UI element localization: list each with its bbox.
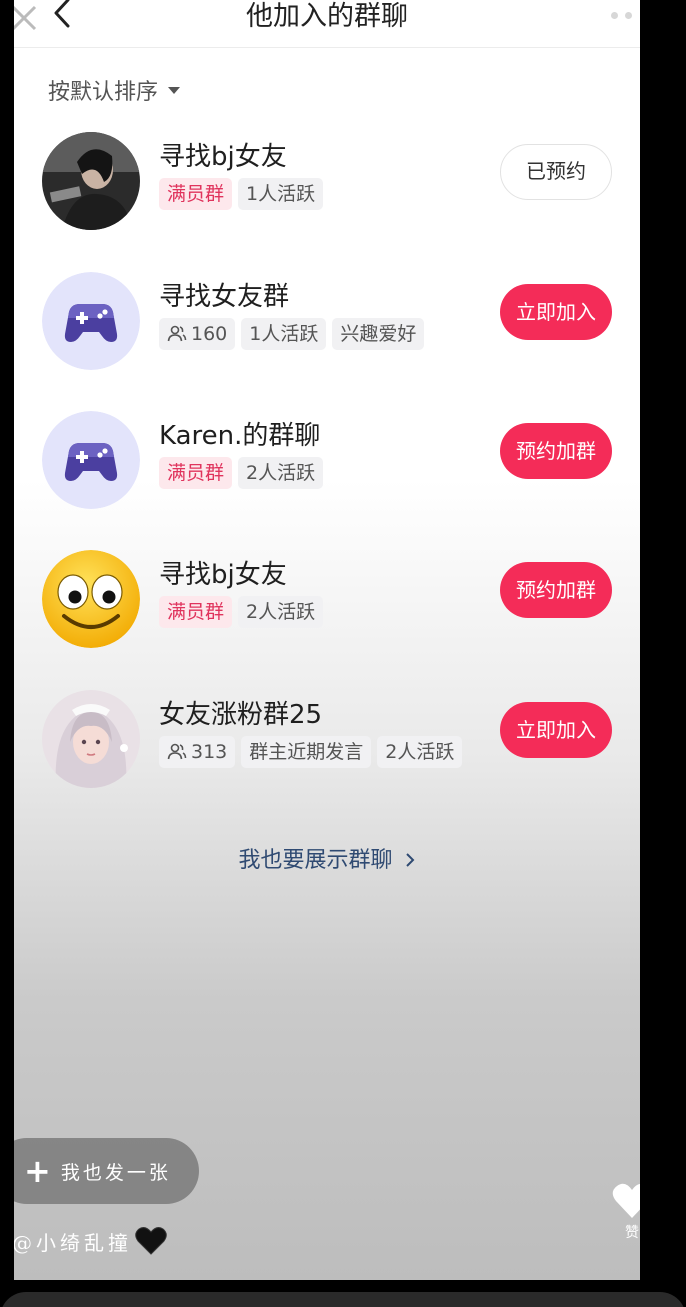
group-row[interactable]: 女友涨粉群25 313 群主近期发言 2人活跃 立即加入 [14,680,640,800]
heart-icon [612,1183,640,1218]
avatar [42,690,140,788]
group-row[interactable]: Karen.的群聊 满员群 2人活跃 预约加群 [14,401,640,521]
show-my-group-link[interactable]: 我也要展示群聊 [14,842,640,874]
member-count: 160 [191,323,228,345]
plus-icon: + [24,1152,51,1190]
member-count: 313 [191,741,228,763]
join-now-button[interactable]: 立即加入 [500,284,612,340]
group-name: 寻找女友群 [159,282,290,312]
sort-label: 按默认排序 [48,80,159,105]
people-icon [167,743,187,760]
tag-members: 313 [159,736,236,768]
tag-list: 满员群 1人活跃 [159,178,324,210]
tag-active: 2人活跃 [377,736,463,768]
tag-active: 1人活跃 [238,178,324,210]
like-button[interactable]: 赞 [610,1182,640,1242]
tag-full-group: 满员群 [159,457,233,489]
author-handle[interactable]: @小绮乱撞 [14,1226,168,1256]
author-name: @小绮乱撞 [14,1230,132,1255]
smiley-emoji-icon [42,550,140,648]
post-one-button[interactable]: + 我也发一张 [14,1138,199,1204]
post-one-label: 我也发一张 [60,1161,171,1184]
tag-list: 313 群主近期发言 2人活跃 [159,736,463,768]
more-icon[interactable] [611,12,640,19]
avatar [42,411,140,509]
chevron-right-icon [405,853,414,867]
tag-active: 2人活跃 [238,457,324,489]
caret-down-icon [168,86,181,94]
tag-list: 满员群 2人活跃 [159,457,324,489]
group-name: 寻找bj女友 [159,142,287,172]
avatar [42,132,140,230]
group-name: 寻找bj女友 [159,560,287,590]
page-title: 他加入的群聊 [246,1,408,32]
show-link-label: 我也要展示群聊 [238,848,393,873]
tag-full-group: 满员群 [159,596,233,628]
tag-full-group: 满员群 [159,178,233,210]
avatar [42,272,140,370]
tag-list: 160 1人活跃 兴趣爱好 [159,318,425,350]
tag-active: 2人活跃 [238,596,324,628]
tag-owner-active: 群主近期发言 [241,736,372,768]
black-heart-icon [135,1227,167,1255]
people-icon [167,325,187,342]
reserved-button[interactable]: 已预约 [500,144,612,200]
group-row[interactable]: 寻找女友群 160 1人活跃 兴趣爱好 立即加入 [14,262,640,382]
screen: 他加入的群聊 按默认排序 寻找bj女友 满员群 1人活跃 已预约 寻找女友群 1… [14,0,640,1280]
gamepad-icon [42,272,140,370]
tag-category: 兴趣爱好 [332,318,425,350]
tag-list: 满员群 2人活跃 [159,596,324,628]
group-row[interactable]: 寻找bj女友 满员群 1人活跃 已预约 [14,122,640,242]
bottom-bar [0,1292,686,1307]
tag-active: 1人活跃 [241,318,327,350]
group-name: 女友涨粉群25 [159,700,323,730]
reserve-join-button[interactable]: 预约加群 [500,562,612,618]
join-now-button[interactable]: 立即加入 [500,702,612,758]
gamepad-icon [42,411,140,509]
tag-members: 160 [159,318,236,350]
avatar [42,550,140,648]
reserve-join-button[interactable]: 预约加群 [500,423,612,479]
header: 他加入的群聊 [14,0,640,48]
sort-dropdown[interactable]: 按默认排序 [48,74,181,106]
like-label: 赞 [625,1225,639,1241]
group-row[interactable]: 寻找bj女友 满员群 2人活跃 预约加群 [14,540,640,660]
group-name: Karen.的群聊 [159,421,321,451]
